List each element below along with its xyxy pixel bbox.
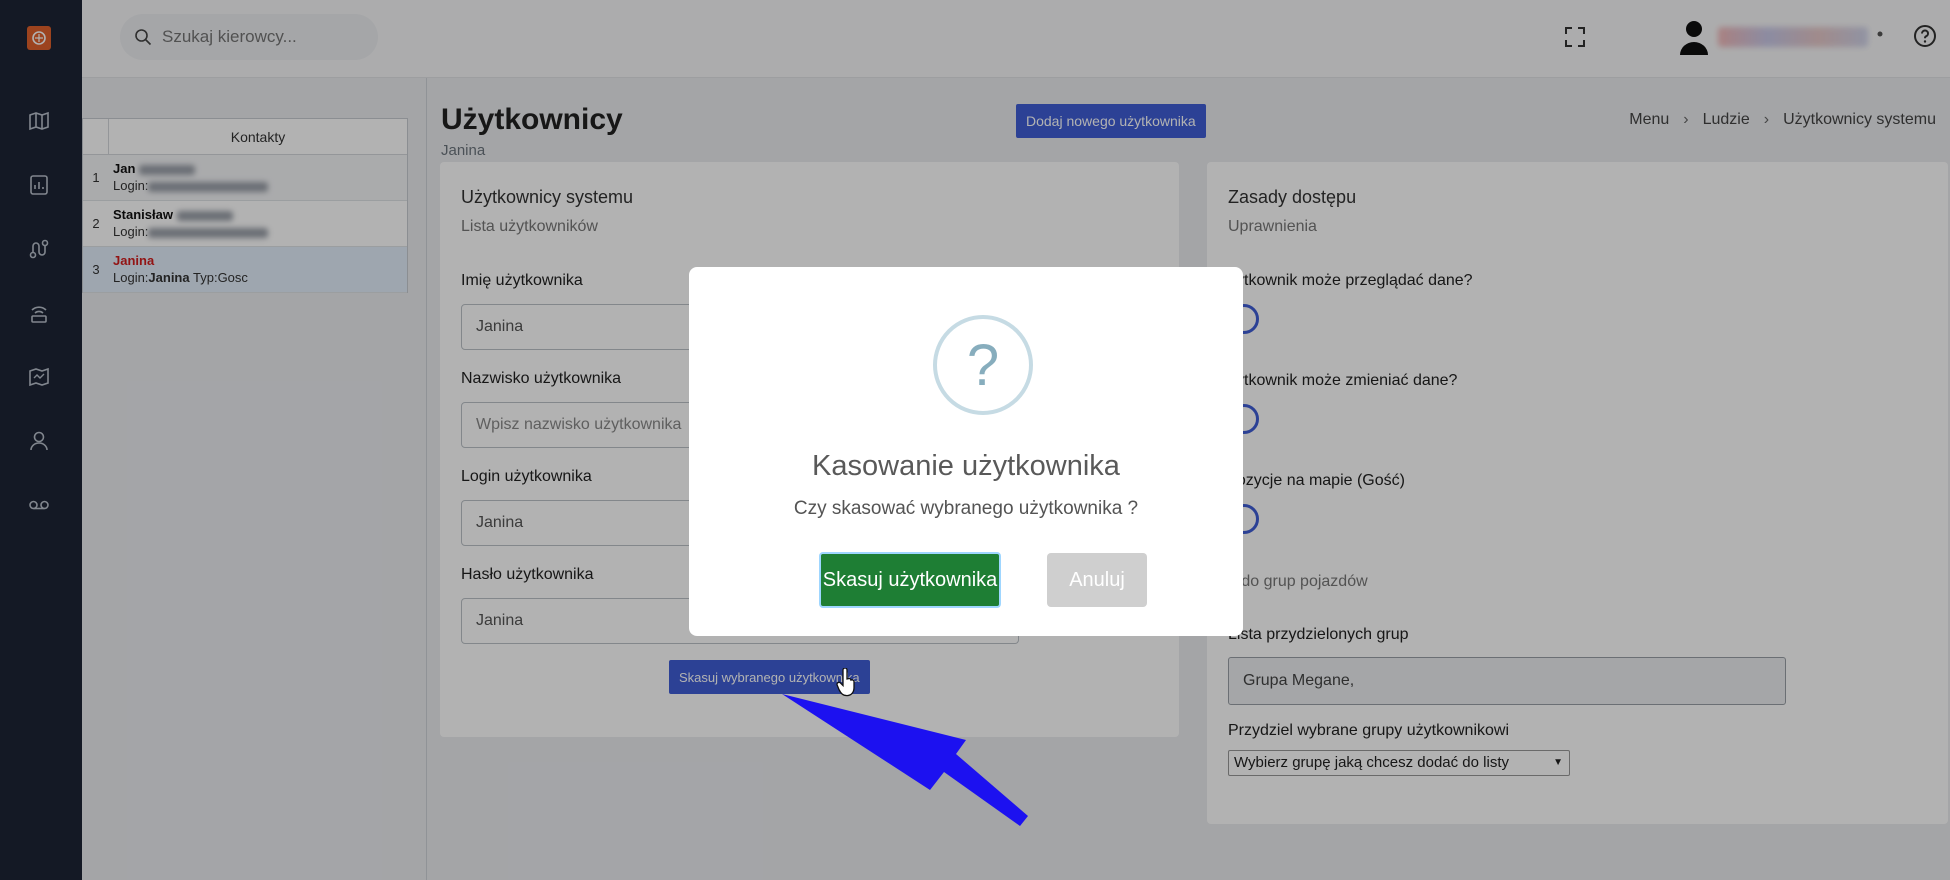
dialog-message: Czy skasować wybranego użytkownika ? bbox=[793, 498, 1139, 519]
delete-user-dialog: ? Kasowanie użytkownika Czy skasować wyb… bbox=[689, 267, 1243, 636]
cancel-button[interactable]: Anuluj bbox=[1047, 553, 1147, 607]
question-icon: ? bbox=[933, 315, 1033, 415]
dialog-title: Kasowanie użytkownika bbox=[812, 450, 1120, 482]
annotation-arrow-icon bbox=[782, 694, 1028, 826]
confirm-delete-button[interactable]: Skasuj użytkownika bbox=[819, 552, 1001, 608]
hand-cursor-icon bbox=[836, 668, 855, 697]
